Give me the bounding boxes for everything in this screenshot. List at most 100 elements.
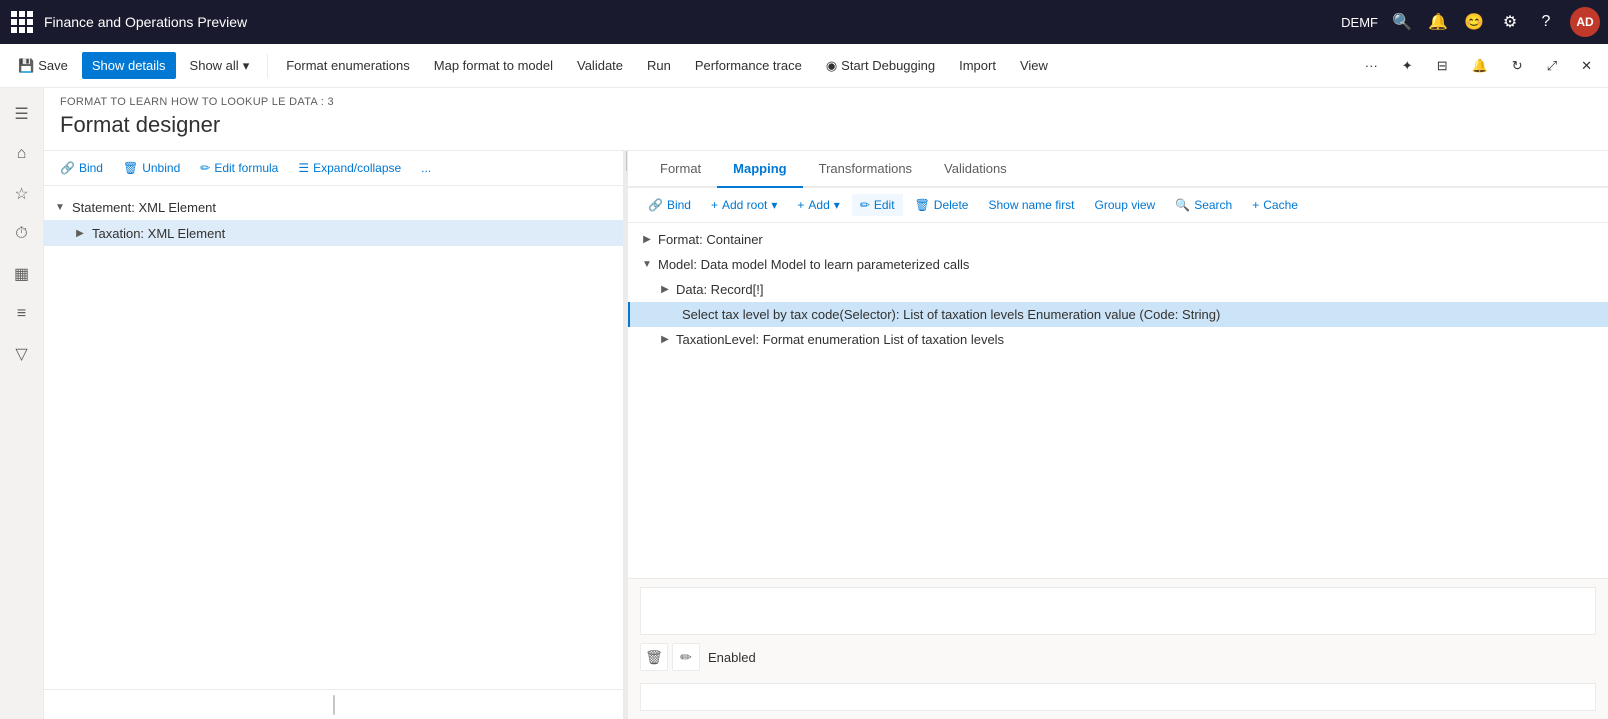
map-format-button[interactable]: Map format to model [424,52,563,79]
format-enumerations-button[interactable]: Format enumerations [276,52,420,79]
performance-trace-button[interactable]: Performance trace [685,52,812,79]
content-area: FORMAT TO LEARN HOW TO LOOKUP LE DATA : … [44,88,1608,719]
search-icon[interactable]: 🔍 [1390,10,1414,34]
bind-button[interactable]: 🔗 Bind [52,157,111,179]
save-button[interactable]: 💾 Save [8,52,78,80]
title-bar-right: DEMF 🔍 🔔 😊 ⚙ ? AD [1341,7,1600,37]
add-root-button[interactable]: + Add root ▾ [703,194,785,216]
run-button[interactable]: Run [637,52,681,79]
pencil-icon: ✏ [860,198,870,212]
expand-icon[interactable]: ▶ [658,334,672,345]
map-node-format[interactable]: ▶ Format: Container [628,227,1608,252]
favorites-icon[interactable]: ✦ [1394,52,1421,80]
more-button[interactable]: ··· [1357,52,1386,79]
expand-icon[interactable]: ▶ [640,234,654,245]
mapping-bind-button[interactable]: 🔗 Bind [640,194,699,216]
tab-transformations[interactable]: Transformations [803,151,928,188]
edit-formula-button[interactable]: ✏ [672,643,700,671]
show-all-button[interactable]: Show all ▾ [180,52,260,80]
edit-formula-button[interactable]: ✏ Edit formula [192,157,286,179]
save-icon: 💾 [18,58,34,74]
search-button[interactable]: 🔍 Search [1167,194,1240,216]
map-node-model[interactable]: ▼ Model: Data model Model to learn param… [628,252,1608,277]
title-bar: Finance and Operations Preview DEMF 🔍 🔔 … [0,0,1608,44]
designer-layout: 🔗 Bind 🗑 Unbind ✏ Edit formula ☰ Expand/… [44,151,1608,719]
view-button[interactable]: View [1010,52,1058,79]
cmd-right: ··· ✦ ⊟ 🔔 ↻ ⤢ ✕ [1357,52,1600,80]
list-icon[interactable]: ≡ [4,296,40,332]
left-panel: 🔗 Bind 🗑 Unbind ✏ Edit formula ☰ Expand/… [44,151,624,719]
bell-icon[interactable]: 🔔 [1426,10,1450,34]
settings-icon[interactable]: ⚙ [1498,10,1522,34]
clock-icon[interactable]: ⏱ [4,216,40,252]
chevron-down-icon: ▾ [834,198,840,212]
close-icon[interactable]: ✕ [1573,52,1600,80]
left-panel-toolbar: 🔗 Bind 🗑 Unbind ✏ Edit formula ☰ Expand/… [44,151,623,186]
plus-icon: + [797,198,804,212]
tab-validations[interactable]: Validations [928,151,1023,188]
page-header: FORMAT TO LEARN HOW TO LOOKUP LE DATA : … [44,88,1608,151]
home-icon[interactable]: ⌂ [4,136,40,172]
enabled-label: Enabled [708,648,756,667]
filter-icon[interactable]: ▽ [4,336,40,372]
map-node-data[interactable]: ▶ Data: Record[!] [628,277,1608,302]
separator-1 [267,54,268,78]
trash-icon: 🗑 [123,161,138,175]
tree-node-statement[interactable]: ▼ Statement: XML Element [44,194,623,220]
help-icon[interactable]: ? [1534,10,1558,34]
chevron-down-icon: ▾ [771,198,777,212]
app-title: Finance and Operations Preview [44,14,247,30]
panel-icon[interactable]: ⊟ [1429,52,1456,80]
face-icon[interactable]: 😊 [1462,10,1486,34]
star-icon[interactable]: ☆ [4,176,40,212]
collapse-icon[interactable]: ▼ [52,199,68,215]
link-icon: 🔗 [648,198,663,212]
debug-icon: ◉ [826,58,837,74]
tree-node-taxation[interactable]: ▶ Taxation: XML Element [44,220,623,246]
add-button[interactable]: + Add ▾ [789,194,847,216]
user-label: DEMF [1341,15,1378,30]
cache-button[interactable]: + Cache [1244,194,1306,216]
expand-icon[interactable]: ⤢ [1539,52,1565,80]
title-bar-app: Finance and Operations Preview [8,8,1341,36]
calendar-icon[interactable]: ▦ [4,256,40,292]
tab-mapping[interactable]: Mapping [717,151,802,188]
avatar[interactable]: AD [1570,7,1600,37]
expand-icon[interactable]: ▶ [658,284,672,295]
more-options-button[interactable]: ... [413,157,439,179]
plus-icon: + [711,198,718,212]
notifications-icon[interactable]: 🔔 [1464,52,1496,80]
mapping-toolbar: 🔗 Bind + Add root ▾ + Add ▾ ✏ [628,188,1608,223]
mapping-tree: ▶ Format: Container ▼ Model: Data model … [628,223,1608,578]
tabs-bar: Format Mapping Transformations Validatio… [628,151,1608,188]
enabled-input[interactable] [640,683,1596,711]
show-name-first-button[interactable]: Show name first [980,194,1082,216]
expand-collapse-button[interactable]: ☰ Expand/collapse [290,157,409,179]
search-icon: 🔍 [1175,198,1190,212]
group-view-button[interactable]: Group view [1087,194,1164,216]
edit-button[interactable]: ✏ Edit [852,194,903,216]
map-node-select-tax[interactable]: Select tax level by tax code(Selector): … [628,302,1608,327]
validate-button[interactable]: Validate [567,52,633,79]
left-nav: ☰ ⌂ ☆ ⏱ ▦ ≡ ▽ [0,88,44,719]
list-expand-icon: ☰ [298,161,309,175]
start-debugging-button[interactable]: ◉ Start Debugging [816,52,945,80]
main-layout: ☰ ⌂ ☆ ⏱ ▦ ≡ ▽ FORMAT TO LEARN HOW TO LOO… [0,88,1608,719]
command-bar: 💾 Save Show details Show all ▾ Format en… [0,44,1608,88]
refresh-icon[interactable]: ↻ [1504,52,1531,80]
hamburger-icon[interactable]: ☰ [4,96,40,132]
import-button[interactable]: Import [949,52,1006,79]
map-node-taxation-level[interactable]: ▶ TaxationLevel: Format enumeration List… [628,327,1608,352]
delete-button[interactable]: 🗑 Delete [907,194,977,216]
collapse-icon[interactable]: ▼ [640,259,654,270]
waffle-icon[interactable] [8,8,36,36]
unbind-button[interactable]: 🗑 Unbind [115,157,188,179]
tree-area: ▼ Statement: XML Element ▶ Taxation: XML… [44,186,623,689]
expand-icon[interactable]: ▶ [72,225,88,241]
tree-node-label: Taxation: XML Element [92,226,225,241]
delete-formula-button[interactable]: 🗑 [640,643,668,671]
show-details-button[interactable]: Show details [82,52,176,79]
formula-input[interactable] [640,587,1596,635]
tab-format[interactable]: Format [644,151,717,188]
right-panel: Format Mapping Transformations Validatio… [628,151,1608,719]
